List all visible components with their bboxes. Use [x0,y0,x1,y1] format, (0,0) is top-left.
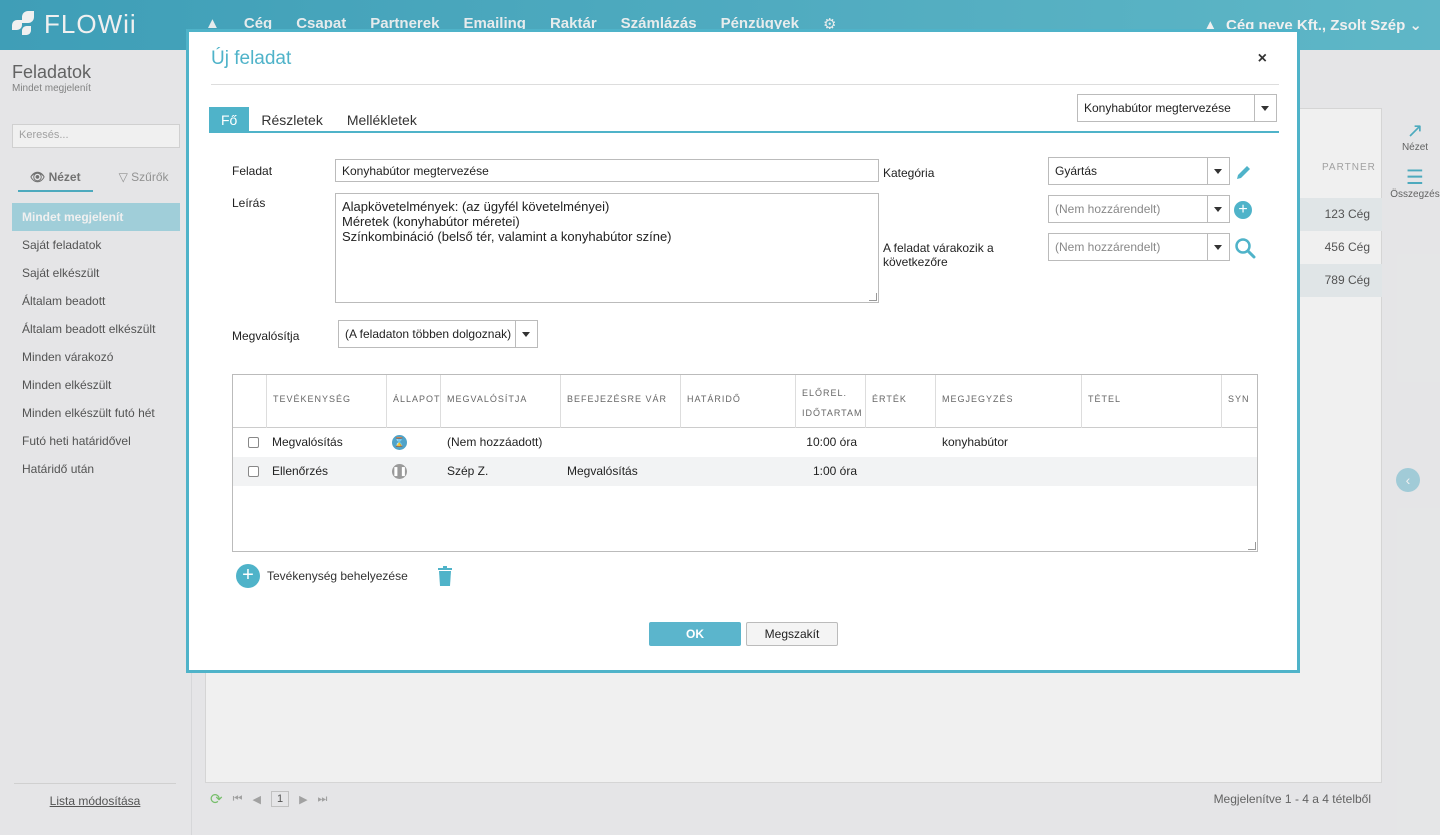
pencil-icon[interactable] [1235,163,1253,184]
performer-value: (A feladaton többen dolgoznak) [345,327,512,341]
table-row[interactable]: Megvalósítás ⌛ (Nem hozzáadott) 10:00 ór… [233,428,1257,457]
row-checkbox[interactable] [248,437,259,448]
col-duration-line: IDŐTARTAM [802,408,863,418]
col-value[interactable]: ÉRTÉK [865,375,935,428]
table-row[interactable]: Ellenőrzés ❚❚ Szép Z. Megvalósítás 1:00 … [233,457,1257,486]
row-activity: Ellenőrzés [272,464,329,478]
col-note[interactable]: MEGJEGYZÉS [935,375,1081,428]
resize-handle-icon[interactable] [869,293,877,301]
waits-for-label-line: következőre [883,255,948,269]
pause-status-icon: ❚❚ [392,464,407,479]
col-duration[interactable]: ELŐREL. IDŐTARTAM [795,375,865,428]
performer-select[interactable]: (A feladaton többen dolgoznak) [338,320,538,348]
col-deadline[interactable]: HATÁRIDŐ [680,375,795,428]
add-circle-icon[interactable]: + [1234,201,1252,219]
tabs-underline [209,131,1279,133]
cancel-button[interactable]: Megszakít [746,622,838,646]
table-header: TEVÉKENYSÉG ÁLLAPOT MEGVALÓSÍTJA BEFEJEZ… [233,375,1257,428]
task-label: Feladat [232,164,273,178]
add-circle-icon: + [236,564,260,588]
col-activity[interactable]: TEVÉKENYSÉG [266,375,386,428]
task-name-input[interactable]: Konyhabútor megtervezése [335,159,879,182]
hourglass-status-icon: ⌛ [392,435,407,450]
row-activity: Megvalósítás [272,435,343,449]
dialog-title: Új feladat [211,48,292,69]
chevron-down-icon[interactable] [1207,196,1229,222]
row-checkbox[interactable] [248,466,259,477]
waits-for-label-line: A feladat várakozik a [883,241,994,255]
category-select[interactable]: Gyártás [1048,157,1230,185]
description-line: Színkombináció (belső tér, valamint a ko… [342,229,672,244]
row-duration: 10:00 óra [806,435,857,449]
performer-label: Megvalósítja [232,329,300,343]
row-waits-for: Megvalósítás [567,464,638,478]
category-label: Kategória [883,166,935,180]
trash-icon[interactable] [437,566,453,589]
resize-handle-icon[interactable] [1248,542,1256,550]
col-performer[interactable]: MEGVALÓSÍTJA [440,375,560,428]
col-waits-for[interactable]: BEFEJEZÉSRE VÁR [560,375,680,428]
close-icon[interactable]: × [1258,50,1267,68]
ok-button[interactable]: OK [649,622,741,646]
description-textarea[interactable]: Alapkövetelmények: (az ügyfél követelmén… [335,193,879,303]
dialog-tabs: Fő Részletek Mellékletek [209,107,429,133]
waits-for-label: A feladat várakozik a következőre [883,241,994,269]
tab-details[interactable]: Részletek [249,107,334,133]
col-syn[interactable]: SYN [1221,375,1258,428]
add-activity-label: Tevékenység behelyezése [267,569,408,583]
chevron-down-icon[interactable] [515,321,537,347]
search-icon[interactable] [1234,237,1256,262]
chevron-down-icon[interactable] [1207,234,1229,260]
row-note: konyhabútor [942,435,1009,449]
description-line: Alapkövetelmények: (az ügyfél követelmén… [342,199,610,214]
category-value: Gyártás [1055,164,1098,178]
new-task-dialog: Új feladat × Fő Részletek Mellékletek Ko… [186,29,1300,673]
assignment-select[interactable]: (Nem hozzárendelt) [1048,195,1230,223]
task-template-select[interactable]: Konyhabútor megtervezése [1077,94,1277,122]
row-duration: 1:00 óra [812,464,857,478]
col-status[interactable]: ÁLLAPOT [386,375,440,428]
add-activity-button[interactable]: + Tevékenység behelyezése [236,564,408,588]
description-label: Leírás [232,196,266,210]
waits-for-select[interactable]: (Nem hozzárendelt) [1048,233,1230,261]
divider [211,84,1279,85]
task-template-value: Konyhabútor megtervezése [1084,101,1231,115]
row-performer: (Nem hozzáadott) [447,435,543,449]
assignment-value: (Nem hozzárendelt) [1055,202,1161,216]
tab-attachments[interactable]: Mellékletek [335,107,429,133]
tab-main[interactable]: Fő [209,107,250,133]
chevron-down-icon[interactable] [1254,95,1276,121]
activities-table: TEVÉKENYSÉG ÁLLAPOT MEGVALÓSÍTJA BEFEJEZ… [232,374,1258,552]
description-line: Méretek (konyhabútor méretei) [342,214,520,229]
col-item[interactable]: TÉTEL [1081,375,1221,428]
row-performer: Szép Z. [447,464,489,478]
waits-for-value: (Nem hozzárendelt) [1055,240,1161,254]
chevron-down-icon[interactable] [1207,158,1229,184]
col-duration-line: ELŐREL. [802,388,848,398]
